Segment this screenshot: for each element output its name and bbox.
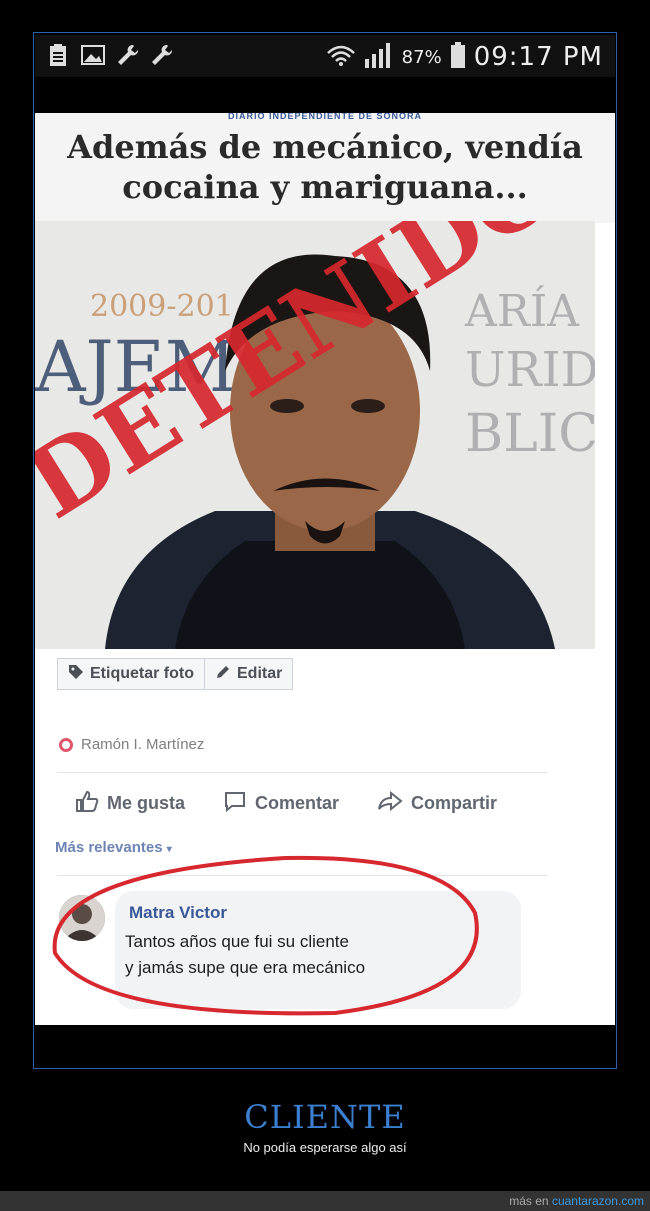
battery-percent: 87%: [401, 46, 442, 68]
author-ring-icon: [59, 737, 73, 752]
wrench-icon: [149, 43, 173, 67]
caption-title: CLIENTE: [244, 1098, 406, 1136]
comment-author[interactable]: Matra Victor: [129, 903, 227, 923]
status-bar: 87% 09:17 PM: [35, 35, 615, 77]
backdrop-right-word-2: URIDA: [465, 342, 595, 398]
sort-dropdown[interactable]: Más relevantes ▾: [55, 839, 172, 856]
tag-photo-label: Etiquetar foto: [90, 665, 194, 682]
tag-icon: [68, 664, 84, 685]
wrench-icon: [115, 43, 139, 67]
facebook-post-screenshot: DIARIO INDEPENDIENTE DE SONORA Además de…: [35, 113, 615, 1025]
comment-line-2: y jamás supe que era mecánico: [125, 958, 366, 977]
photo-actions: Etiquetar foto Editar: [57, 658, 294, 690]
caret-down-icon: ▾: [166, 844, 172, 855]
masthead: DIARIO INDEPENDIENTE DE SONORA: [227, 113, 423, 121]
share-label: Compartir: [411, 793, 498, 813]
caption: CLIENTE No podía esperarse algo así: [0, 1098, 650, 1155]
author-name: Ramón I. Martínez: [81, 736, 205, 753]
news-header: DIARIO INDEPENDIENTE DE SONORA Además de…: [35, 113, 615, 223]
headline-line-1: Además de mecánico, vendía: [67, 128, 583, 166]
comment-line-1: Tantos años que fui su cliente: [125, 932, 349, 951]
speech-bubble-icon: [223, 790, 247, 817]
thumbs-up-icon: [75, 790, 99, 817]
divider: [57, 772, 547, 773]
edit-button[interactable]: Editar: [205, 658, 294, 690]
headline-line-2: cocaina y mariguana...: [122, 168, 528, 206]
image-icon: [81, 43, 105, 67]
comment-label: Comentar: [255, 793, 340, 813]
like-button[interactable]: Me gusta: [75, 790, 185, 817]
clipboard-icon: [47, 43, 69, 67]
edit-label: Editar: [237, 665, 283, 682]
share-arrow-icon: [377, 790, 403, 817]
comment: Matra Victor Tantos años que fui su clie…: [35, 891, 615, 1025]
comment-text: Tantos años que fui su cliente y jamás s…: [125, 929, 365, 981]
wifi-icon: [326, 43, 356, 71]
tag-photo-button[interactable]: Etiquetar foto: [57, 658, 205, 690]
sort-label: Más relevantes: [55, 839, 163, 856]
share-button[interactable]: Compartir: [377, 790, 497, 817]
arrest-photo[interactable]: 2009-201 AJEMI ARÍA URIDA BLIC DETENIDO: [35, 221, 595, 649]
clock: 09:17 PM: [473, 42, 603, 72]
footer-prefix: más en: [509, 1194, 549, 1208]
footer-link[interactable]: cuantarazon.com: [552, 1194, 644, 1208]
divider: [57, 875, 547, 876]
comment-button[interactable]: Comentar: [223, 790, 339, 817]
reaction-bar: Me gusta Comentar Compartir: [75, 790, 497, 817]
pencil-icon: [215, 664, 231, 685]
post-author[interactable]: Ramón I. Martínez: [59, 736, 204, 753]
comment-bubble: Matra Victor Tantos años que fui su clie…: [115, 891, 521, 1009]
like-label: Me gusta: [107, 793, 186, 813]
battery-icon: [450, 41, 466, 73]
caption-subtitle: No podía esperarse algo así: [243, 1140, 407, 1155]
footer: más en cuantarazon.com: [0, 1191, 650, 1211]
backdrop-right-word-3: BLIC: [465, 404, 595, 464]
avatar[interactable]: [59, 895, 105, 941]
backdrop-right-word-1: ARÍA: [464, 284, 580, 337]
signal-icon: [364, 41, 394, 73]
